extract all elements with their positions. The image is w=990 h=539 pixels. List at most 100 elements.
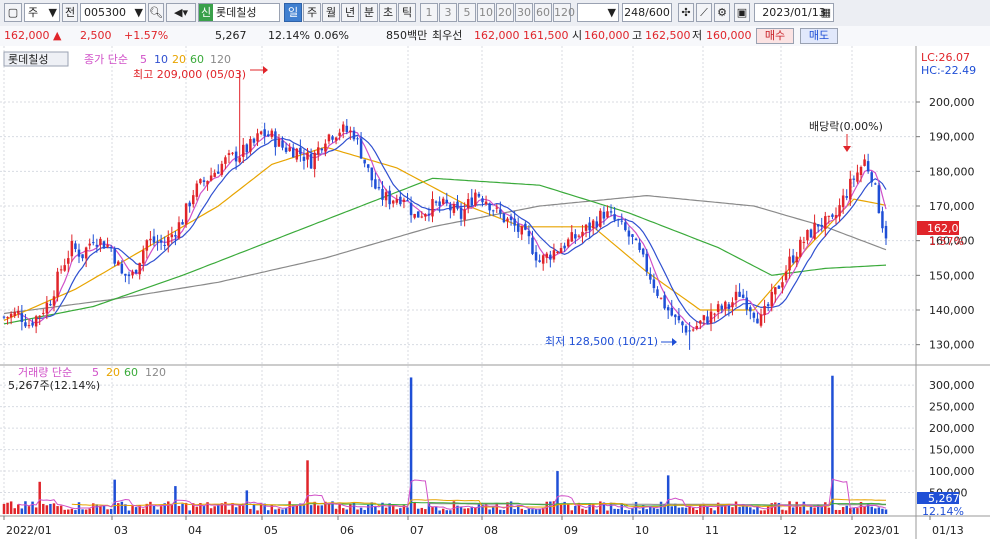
candle-body (199, 179, 202, 184)
buy-button[interactable]: 매수 (756, 28, 794, 44)
candle-body (824, 216, 827, 229)
price-tick-label: 150,000 (929, 269, 975, 282)
volume-bar (738, 507, 741, 514)
volume-pct-box: 12.14% (922, 505, 964, 518)
crosshair-icon[interactable]: ✣ (678, 3, 694, 22)
interval-tab-3[interactable]: 3 (439, 3, 457, 22)
volume-bar (499, 509, 502, 514)
interval-tab-10[interactable]: 10 (477, 3, 495, 22)
candle-body (845, 196, 848, 198)
candle-body (49, 304, 52, 306)
volume-bar (181, 503, 184, 514)
volume-bar (49, 503, 52, 514)
period-tab-3[interactable]: 년 (341, 3, 359, 22)
candle-body (495, 207, 499, 209)
volume-bar (502, 510, 506, 514)
candle-body (516, 223, 520, 232)
volume-bar (238, 504, 241, 514)
volume-bar (613, 508, 616, 514)
layout-icon[interactable]: ▢ (4, 3, 22, 22)
volume-bar (9, 501, 13, 514)
candle-body (424, 214, 427, 217)
period-tab-4[interactable]: 분 (360, 3, 378, 22)
bar-count[interactable]: 248/600 (622, 3, 672, 22)
candle-body (534, 252, 538, 261)
period-tab-0[interactable]: 일 (284, 3, 302, 22)
volume-bar (341, 508, 345, 514)
candle-body (352, 130, 356, 140)
candle-body (349, 130, 352, 133)
volume-bar (709, 508, 713, 514)
candle-body (227, 153, 231, 155)
volume-bar (766, 506, 770, 514)
date-input[interactable]: 2023/01/13 ▦ (754, 3, 834, 22)
period-tab-1[interactable]: 주 (303, 3, 321, 22)
sell-button[interactable]: 매도 (800, 28, 838, 44)
period-tab-6[interactable]: 틱 (398, 3, 416, 22)
candle-body (463, 209, 466, 220)
candle-body (334, 137, 338, 141)
volume-bar (384, 507, 388, 514)
mode-button[interactable]: 전 (62, 3, 78, 22)
last-price-box: 162,000 (927, 222, 973, 235)
chevron-down-icon: ▼ (134, 6, 143, 19)
interval-tab-60[interactable]: 60 (534, 3, 552, 22)
candle-body (195, 183, 199, 197)
period-tab-5[interactable]: 초 (379, 3, 397, 22)
volume-bar (38, 481, 41, 514)
candle-body (284, 147, 288, 152)
volume-bar (566, 504, 570, 514)
volume-bar (441, 508, 445, 514)
interval-tab-30[interactable]: 30 (515, 3, 533, 22)
trend-icon[interactable]: ⟋ (696, 3, 712, 22)
stock-name-field[interactable]: 신 롯데칠성 (198, 3, 280, 22)
volume-bar (749, 507, 752, 514)
volume-bar (824, 502, 827, 514)
interval-tab-20[interactable]: 20 (496, 3, 514, 22)
period-tab-2[interactable]: 월 (322, 3, 340, 22)
volume-bar (431, 506, 434, 514)
volume-bar (284, 508, 288, 514)
volume-bar (31, 501, 34, 514)
candle-body (802, 241, 806, 243)
candle-body (277, 138, 281, 147)
volume-bar (252, 503, 256, 514)
volume-bar (559, 503, 563, 514)
candle-body (449, 204, 452, 211)
interval-input[interactable]: ▼ (577, 3, 619, 22)
candle-body (84, 247, 88, 259)
market-select[interactable]: 주 ▼ (24, 3, 60, 22)
volume-bar (570, 510, 574, 514)
save-icon[interactable]: ▣ (734, 3, 750, 22)
candle-body (113, 248, 116, 264)
volume-bar (24, 501, 27, 514)
interval-tab-5[interactable]: 5 (458, 3, 476, 22)
candle-body (302, 156, 306, 161)
candle-body (584, 224, 588, 231)
candle-body (256, 133, 259, 142)
interval-tab-120[interactable]: 120 (553, 3, 575, 22)
volume-bar (881, 508, 884, 514)
candle-body (470, 197, 474, 206)
volume-bar (752, 509, 756, 514)
volume-bar (88, 508, 91, 514)
volume-ratio: 12.14% (268, 29, 310, 42)
candle-body (359, 138, 363, 159)
speaker-icon[interactable]: ◀▾ (166, 3, 196, 22)
candle-body (434, 201, 438, 203)
interval-tab-1[interactable]: 1 (420, 3, 438, 22)
volume-bar (359, 507, 363, 514)
candle-body (763, 305, 766, 316)
candle-body (759, 314, 763, 326)
search-icon[interactable]: 🔍︎ (148, 3, 164, 22)
stock-name: 롯데칠성 (216, 6, 257, 19)
candle-body (2, 316, 6, 318)
volume-bar (349, 503, 352, 514)
settings-icon[interactable]: ⚙ (714, 3, 730, 22)
month-tick-label: 01/13 (932, 524, 964, 537)
candle-body (88, 243, 91, 246)
candle-body (688, 330, 691, 332)
candle-body (641, 248, 645, 255)
code-input[interactable]: 005300 ▼ (80, 3, 146, 22)
stock-chart[interactable]: 130,000140,000150,000160,000170,000180,0… (0, 46, 990, 539)
